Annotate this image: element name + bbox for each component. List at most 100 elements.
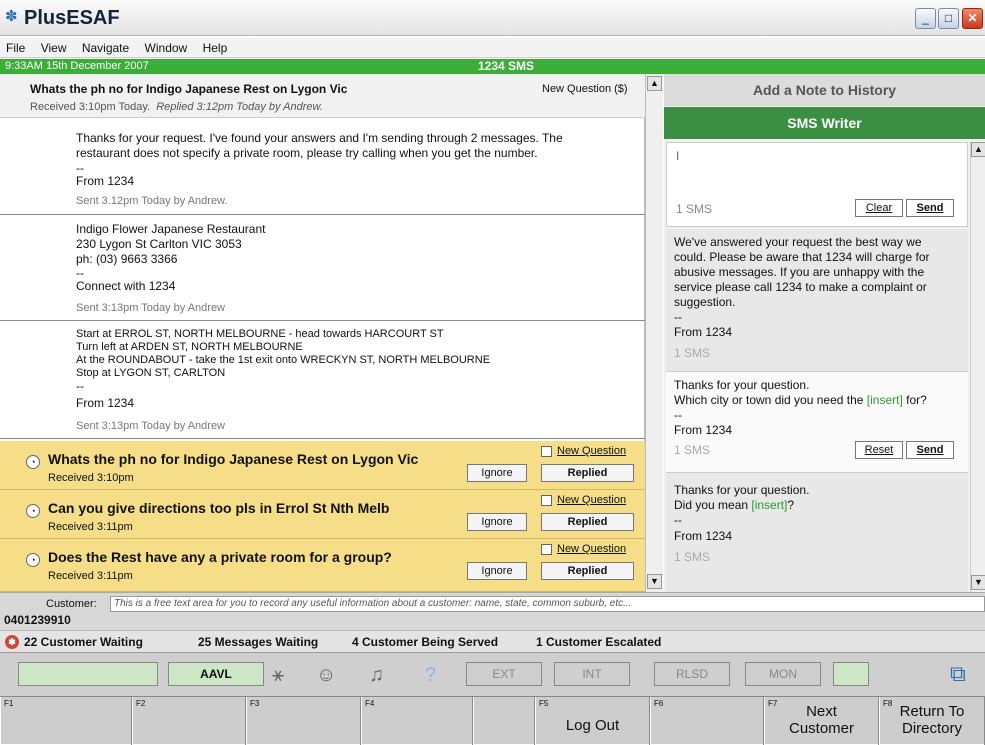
customer-notes-field[interactable]: This is a free text area for you to reco… — [110, 596, 985, 612]
left-scrollbar[interactable]: ▲ ▼ — [645, 74, 663, 592]
minimize-button[interactable]: _ — [915, 8, 936, 29]
replied-button[interactable]: Replied — [541, 513, 634, 531]
queue-received: Received 3:11pm — [48, 521, 133, 533]
question-type: New Question ($) — [542, 83, 628, 95]
queue-item[interactable]: ◔ Does the Rest have any a private room … — [0, 539, 645, 592]
right-scrollbar[interactable]: ▲ ▼ — [970, 142, 985, 592]
scroll-down-arrow-icon[interactable]: ▼ — [647, 574, 662, 589]
message-3: Start at ERROL ST, NORTH MELBOURNE - hea… — [0, 321, 645, 439]
template-line: -- — [674, 513, 682, 527]
status-indicator — [18, 662, 158, 686]
new-question-label[interactable]: New Question — [557, 445, 626, 457]
rlsd-button[interactable]: RLSD — [654, 662, 730, 686]
template-line: -- — [674, 310, 682, 324]
message-line: Connect with 1234 — [76, 279, 176, 293]
f4-key[interactable]: F4 — [361, 697, 473, 745]
new-question-label[interactable]: New Question — [557, 543, 626, 555]
template-line: From 1234 — [674, 529, 733, 543]
send-button[interactable]: Send — [906, 441, 954, 459]
ignore-button[interactable]: Ignore — [467, 464, 527, 482]
reset-button[interactable]: Reset — [855, 441, 903, 459]
sms-count: 1 SMS — [676, 202, 713, 216]
next-customer-key[interactable]: F7 Next Customer — [764, 697, 879, 745]
text-cursor: I — [676, 149, 680, 163]
template-line: Did you mean [insert]? — [674, 498, 795, 512]
info-bar: 9:33AM 15th December 2007 1234 SMS — [0, 59, 985, 74]
queue-question: Whats the ph no for Indigo Japanese Rest… — [48, 451, 419, 467]
queue-item[interactable]: ◔ Whats the ph no for Indigo Japanese Re… — [0, 441, 645, 490]
new-question-label[interactable]: New Question — [557, 494, 626, 506]
customer-bar: Customer: This is a free text area for y… — [0, 592, 985, 630]
queue-received: Received 3:10pm — [48, 472, 134, 484]
sent-info: Sent 3:13pm Today by Andrew — [76, 302, 226, 314]
menu-bar: File View Navigate Window Help — [0, 38, 985, 58]
int-button[interactable]: INT — [554, 662, 630, 686]
sms-template[interactable]: Thanks for your question. Did you mean [… — [666, 473, 968, 592]
ext-button[interactable]: EXT — [466, 662, 542, 686]
customers-being-served: 4 Customer Being Served — [352, 635, 499, 649]
service-number: 1234 SMS — [478, 59, 535, 73]
aavl-button[interactable]: AAVL — [168, 662, 264, 686]
customer-label: Customer: — [46, 598, 97, 610]
message-line: 230 Lygon St Carlton VIC 3053 — [76, 237, 242, 251]
question-received: Received 3:10pm Today. Replied 3:12pm To… — [30, 101, 323, 113]
close-button[interactable]: ✕ — [962, 8, 983, 29]
menu-view[interactable]: View — [35, 38, 73, 58]
scroll-down-arrow-icon[interactable]: ▼ — [971, 575, 985, 590]
template-sms-count: 1 SMS — [674, 443, 711, 457]
agent-icon[interactable]: ⚹ — [272, 665, 284, 685]
replied-button[interactable]: Replied — [541, 562, 634, 580]
template-line: Thanks for your question. — [674, 378, 810, 392]
sms-template[interactable]: We've answered your request the best way… — [666, 229, 968, 372]
template-sms-count: 1 SMS — [674, 550, 711, 564]
insert-placeholder: [insert] — [866, 393, 903, 407]
add-note-header[interactable]: Add a Note to History — [664, 74, 985, 106]
new-question-checkbox[interactable] — [541, 446, 552, 457]
sms-panel: Add a Note to History SMS Writer I 1 SMS… — [664, 74, 985, 592]
send-button[interactable]: Send — [906, 199, 954, 217]
replied-button[interactable]: Replied — [541, 464, 634, 482]
message-line: -- — [76, 379, 84, 393]
f6-key[interactable]: F6 — [650, 697, 764, 745]
message-line: Thanks for your request. I've found your… — [76, 131, 563, 145]
status-bar: ✽ 22 Customer Waiting 25 Messages Waitin… — [0, 630, 985, 652]
return-to-directory-key[interactable]: F8 Return To Directory — [879, 697, 985, 745]
alert-icon: ✽ — [5, 635, 19, 649]
log-out-key[interactable]: F5 Log Out — [535, 697, 650, 745]
transfer-icon[interactable]: ⧉ — [950, 663, 966, 685]
agent-toolbar: AAVL ⚹ ☺ ♫ ? EXT INT RLSD MON ⧉ — [0, 652, 985, 696]
f3-key[interactable]: F3 — [246, 697, 361, 745]
blank-key[interactable] — [473, 697, 535, 745]
smiley-icon[interactable]: ☺ — [316, 665, 336, 685]
ignore-button[interactable]: Ignore — [467, 562, 527, 580]
datetime: 9:33AM 15th December 2007 — [5, 60, 149, 72]
maximize-button[interactable]: □ — [938, 8, 959, 29]
clear-button[interactable]: Clear — [855, 199, 903, 217]
queue-item[interactable]: ◔ Can you give directions too pls in Err… — [0, 490, 645, 539]
menu-navigate[interactable]: Navigate — [76, 38, 135, 58]
new-question-checkbox[interactable] — [541, 544, 552, 555]
mon-button[interactable]: MON — [745, 662, 821, 686]
title-bar: ✽ PlusESAF _ □ ✕ — [0, 0, 985, 36]
sms-template[interactable]: Thanks for your question. Which city or … — [666, 372, 968, 473]
menu-help[interactable]: Help — [197, 38, 234, 58]
message-line: ph: (03) 9663 3366 — [76, 252, 178, 266]
f2-key[interactable]: F2 — [132, 697, 246, 745]
music-icon[interactable]: ♫ — [369, 665, 384, 685]
template-line: abusive messages. If you are unhappy wit… — [674, 265, 925, 279]
menu-window[interactable]: Window — [139, 38, 194, 58]
new-question-checkbox[interactable] — [541, 495, 552, 506]
menu-file[interactable]: File — [0, 38, 31, 58]
message-1: Thanks for your request. I've found your… — [0, 118, 645, 215]
scroll-up-arrow-icon[interactable]: ▲ — [647, 76, 662, 91]
help-icon[interactable]: ? — [425, 665, 436, 685]
message-2: Indigo Flower Japanese Restaurant 230 Ly… — [0, 215, 645, 321]
customers-escalated: 1 Customer Escalated — [536, 635, 662, 649]
scroll-up-arrow-icon[interactable]: ▲ — [971, 142, 985, 157]
ignore-button[interactable]: Ignore — [467, 513, 527, 531]
f1-key[interactable]: F1 — [0, 697, 132, 745]
message-line: Indigo Flower Japanese Restaurant — [76, 222, 266, 236]
queue-question: Does the Rest have any a private room fo… — [48, 549, 392, 565]
template-line: suggestion. — [674, 295, 736, 309]
sms-writer-header: SMS Writer — [664, 107, 985, 139]
